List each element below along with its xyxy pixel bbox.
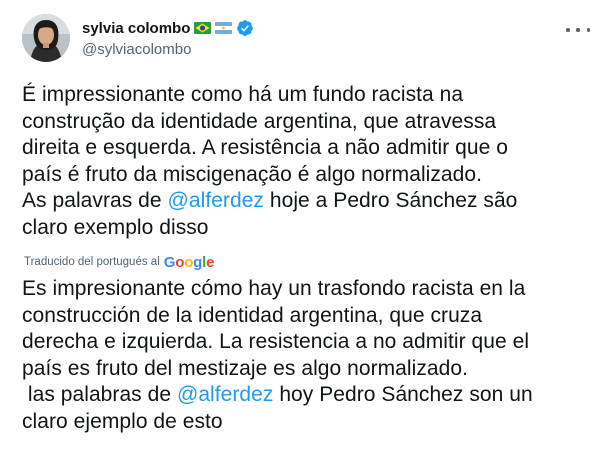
tweet-text-line: claro exemplo disso (22, 215, 209, 239)
tweet-text-segment: hoje a Pedro Sánchez são (263, 189, 518, 212)
more-dot (566, 28, 570, 32)
tweet-text-line: As palavras de @alferdez hoje a Pedro Sá… (22, 188, 592, 215)
mention-link[interactable]: @alferdez (168, 189, 264, 212)
tweet-card: sylvia colombo @sylviacolombo É impressi… (0, 0, 597, 449)
mention-link[interactable]: @alferdez (177, 383, 273, 406)
google-logo-letter: G (163, 253, 176, 271)
more-horizontal-icon[interactable] (566, 22, 590, 38)
tweet-text-line: país es fruto del mestizaje es algo norm… (22, 356, 468, 380)
avatar[interactable] (22, 14, 70, 62)
tweet-text-segment: As palavras de (22, 189, 168, 212)
more-dot (576, 28, 580, 32)
argentina-flag-icon (215, 22, 233, 34)
tweet-text-line: construcción de la identidad argentina, … (22, 303, 483, 327)
tweet-text-line: las palabras de @alferdez hoy Pedro Sánc… (22, 382, 592, 409)
tweet-text-original: É impressionante como há um fundo racist… (22, 82, 592, 241)
tweet-text-line: Es impresionante cómo hay un trasfondo r… (22, 277, 526, 300)
tweet-text-line: derecha e izquierda. La resistencia a no… (22, 330, 530, 353)
google-logo-letter: o (175, 253, 185, 271)
more-dot (586, 28, 590, 32)
google-logo-letter: o (184, 253, 194, 271)
tweet-author: sylvia colombo @sylviacolombo (82, 18, 254, 58)
tweet-text-line: É impressionante como há um fundo racist… (22, 83, 464, 106)
tweet-text-line: claro ejemplo de esto (22, 409, 223, 433)
translation-attribution: Traducido del portugués al Google (24, 252, 214, 272)
google-logo-letter: e (206, 253, 215, 271)
avatar-photo (22, 14, 70, 62)
google-logo-letter: g (193, 253, 203, 271)
verified-badge-icon (236, 19, 254, 37)
tweet-text-translated: Es impresionante cómo hay un trasfondo r… (22, 276, 592, 435)
author-display-name[interactable]: sylvia colombo (82, 20, 190, 37)
google-logo[interactable]: Google (164, 255, 215, 270)
translation-note-text: Traducido del portugués al (24, 256, 160, 268)
tweet-text-segment: hoy Pedro Sánchez son un (273, 383, 533, 406)
tweet-text-segment: las palabras de (22, 383, 177, 406)
tweet-text-line: construção da identidade argentina, que … (22, 109, 497, 133)
tweet-text-line: país é fruto da miscigenação é algo norm… (22, 162, 483, 186)
tweet-text-line: direita e esquerda. A resistência a não … (22, 136, 508, 159)
brazil-flag-icon (194, 22, 212, 34)
author-handle[interactable]: @sylviacolombo (82, 41, 254, 58)
author-name-row: sylvia colombo (82, 18, 254, 38)
